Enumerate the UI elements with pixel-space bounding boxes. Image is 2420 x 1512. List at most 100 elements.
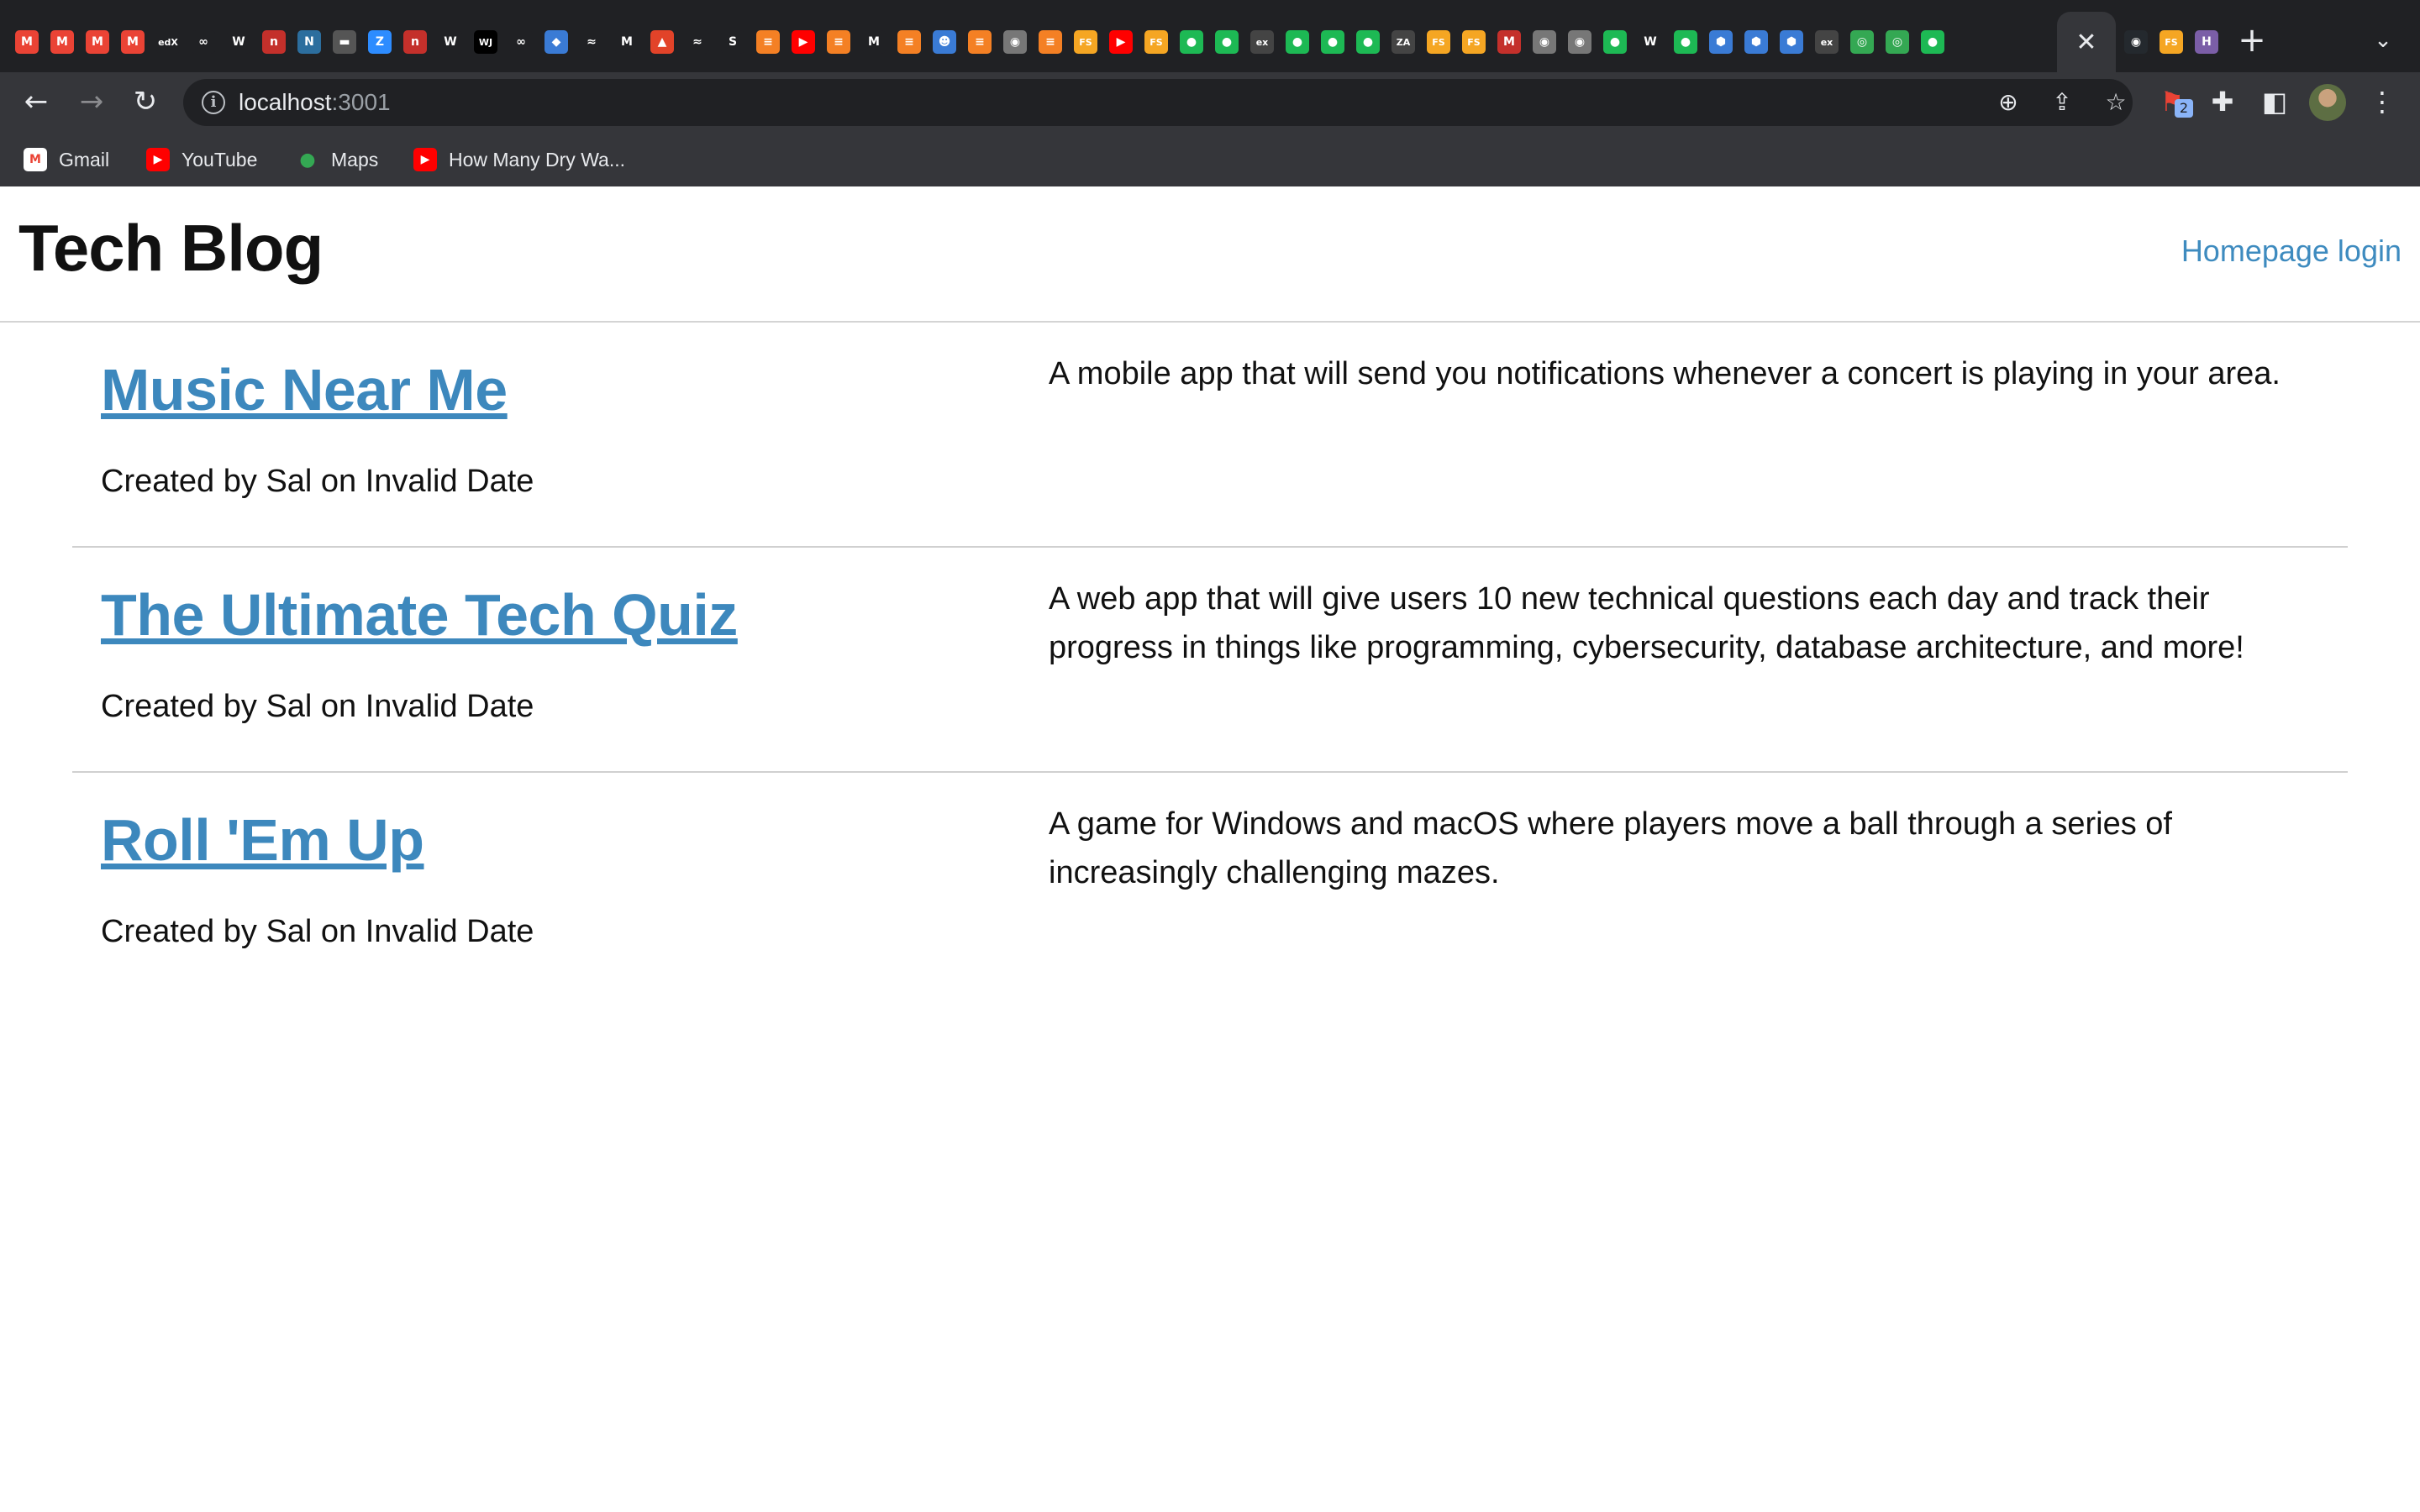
bookmarks-bar: M Gmail ▶ YouTube ● Maps ▶ How Many Dry … [0, 131, 2420, 186]
post-card: The Ultimate Tech Quiz Created by Sal on… [72, 548, 2348, 773]
tab-favicon-icon[interactable]: M [615, 30, 639, 54]
tab-favicon-icon[interactable]: WJ [474, 30, 497, 54]
tab-favicon-icon[interactable]: ≡ [897, 30, 921, 54]
bookmark-gmail[interactable]: M Gmail [24, 143, 109, 176]
tab-favicon-icon[interactable]: M [15, 30, 39, 54]
tab-favicon-icon[interactable]: ◉ [1568, 30, 1591, 54]
tab-favicon-icon[interactable]: ⬢ [1780, 30, 1803, 54]
tab-favicon-icon[interactable]: ● [1321, 30, 1344, 54]
tab-favicon-icon[interactable]: ◉ [1003, 30, 1027, 54]
tab-favicon-icon[interactable]: M [86, 30, 109, 54]
info-icon[interactable]: i [202, 91, 225, 114]
bookmark-maps[interactable]: ● Maps [296, 143, 378, 176]
youtube-icon: ▶ [146, 148, 170, 171]
tab-favicon-icon[interactable]: FS [1462, 30, 1486, 54]
maps-icon: ● [299, 149, 316, 171]
homepage-login-link[interactable]: Homepage login [2181, 234, 2402, 269]
bookmark-label: Gmail [59, 148, 110, 171]
tab-search-icon[interactable]: ⌄ [2365, 22, 2402, 59]
tab-favicon-icon[interactable]: W [1639, 30, 1662, 54]
tab-favicon-icon[interactable]: ▶ [792, 30, 815, 54]
profile-avatar[interactable] [2309, 84, 2346, 121]
share-icon[interactable]: ⇪ [2045, 86, 2079, 119]
tab-favicon-icon[interactable]: M [1497, 30, 1521, 54]
tab-favicon-icon[interactable]: FS [1074, 30, 1097, 54]
tab-favicon-icon[interactable]: ≡ [827, 30, 850, 54]
url-port: :3001 [331, 89, 391, 115]
back-arrow-icon[interactable]: ← [13, 79, 59, 124]
address-bar[interactable]: i localhost:3001 ⊕ ⇪ ☆ [183, 79, 2133, 126]
menu-kebab-icon[interactable]: ⋮ [2360, 79, 2405, 124]
tab-favicon-icon[interactable]: ≡ [968, 30, 992, 54]
tab-favicon-icon[interactable]: ▶ [1109, 30, 1133, 54]
tab-favicon-icon[interactable]: ∞ [509, 30, 533, 54]
forward-arrow-icon[interactable]: → [69, 79, 114, 124]
tab-favicon-icon[interactable]: ● [1180, 30, 1203, 54]
tab-favicon-icon[interactable]: ◆ [544, 30, 568, 54]
tab-favicon-icon[interactable]: edX [156, 30, 180, 54]
tab-favicon-icon[interactable]: ☻ [933, 30, 956, 54]
bookmark-youtube[interactable]: ▶ YouTube [146, 143, 257, 176]
tab-favicon-icon[interactable]: W [439, 30, 462, 54]
tab-favicon-icon[interactable]: n [262, 30, 286, 54]
bookmark-youtube-video[interactable]: ▶ How Many Dry Wa... [413, 143, 625, 176]
tab-favicon-icon[interactable]: ex [1250, 30, 1274, 54]
youtube-icon: ▶ [413, 148, 437, 171]
tab-favicon-icon[interactable]: W [227, 30, 250, 54]
post-meta: Created by Sal on Invalid Date [101, 464, 534, 499]
tab-favicon-icon[interactable]: FS [1144, 30, 1168, 54]
url-text[interactable]: localhost:3001 [239, 79, 391, 126]
tab-favicon-icon[interactable]: ≈ [686, 30, 709, 54]
active-tab[interactable]: ✕ [2057, 12, 2116, 72]
tab-favicon-icon[interactable]: ● [1674, 30, 1697, 54]
tab-favicon-icon[interactable]: ≡ [756, 30, 780, 54]
new-tab-button[interactable]: + [2233, 22, 2270, 59]
tab-favicon-icon[interactable]: ex [1815, 30, 1839, 54]
tab-favicon-icon[interactable]: ◎ [1886, 30, 1909, 54]
bookmark-star-icon[interactable]: ☆ [2099, 86, 2133, 119]
tab-favicon-icon[interactable]: ◉ [2124, 30, 2148, 54]
post-meta: Created by Sal on Invalid Date [101, 914, 534, 949]
tab-favicon-icon[interactable]: ● [1215, 30, 1239, 54]
tab-favicon-icon[interactable]: ◉ [1533, 30, 1556, 54]
close-icon[interactable]: ✕ [2075, 28, 2096, 57]
tab-favicon-icon[interactable]: ▬ [333, 30, 356, 54]
tab-favicon-icon[interactable]: ◎ [1850, 30, 1874, 54]
tab-favicon-icon[interactable]: FS [1427, 30, 1450, 54]
tab-favicon-icon[interactable]: N [297, 30, 321, 54]
browser-chrome: M M M MedX ∞ Wn N ▬ Zn W WJ ∞ ◆ ≈ M ▲ ≈ S ≡ ▶ ≡ M ≡ ☻ ≡ ◉ ≡ FS ▶ FS ● ●… [0, 0, 2420, 186]
post-title-link[interactable]: The Ultimate Tech Quiz [101, 581, 738, 648]
zoom-icon[interactable]: ⊕ [1991, 86, 2025, 119]
tab-favicon-icon[interactable]: ● [1921, 30, 1944, 54]
tab-favicon-icon[interactable]: ⬢ [1744, 30, 1768, 54]
tab-favicon-icon[interactable]: ∞ [192, 30, 215, 54]
tab-favicon-icon[interactable]: M [862, 30, 886, 54]
tab-favicon-icon[interactable]: M [50, 30, 74, 54]
tab-favicon-icon[interactable]: n [403, 30, 427, 54]
tab-list-after-active: ◉ FS H [2124, 25, 2230, 59]
tab-favicon-icon[interactable]: H [2195, 30, 2218, 54]
tab-favicon-icon[interactable]: ● [1286, 30, 1309, 54]
gmail-icon: M [24, 148, 47, 171]
tab-favicon-icon[interactable]: Z [368, 30, 392, 54]
tab-favicon-icon[interactable]: ● [1356, 30, 1380, 54]
tab-favicon-icon[interactable]: ZA [1392, 30, 1415, 54]
tab-favicon-icon[interactable]: FS [2160, 30, 2183, 54]
post-title-link[interactable]: Roll 'Em Up [101, 806, 424, 874]
tab-favicon-icon[interactable]: S [721, 30, 744, 54]
tab-favicon-icon[interactable]: ≈ [580, 30, 603, 54]
tab-favicon-icon[interactable]: ● [1603, 30, 1627, 54]
reload-icon[interactable]: ↻ [123, 79, 168, 124]
tab-favicon-icon[interactable]: ⬢ [1709, 30, 1733, 54]
tab-list: M M M MedX ∞ Wn N ▬ Zn W WJ ∞ ◆ ≈ M ▲ ≈ S ≡ ▶ ≡ M ≡ ☻ ≡ ◉ ≡ FS ▶ FS ● ●… [15, 25, 1956, 59]
tab-favicon-icon[interactable]: ▲ [650, 30, 674, 54]
site-header: Tech Blog Homepage login [0, 186, 2420, 323]
extensions-puzzle-icon[interactable]: ✚ [2200, 79, 2245, 124]
tab-favicon-icon[interactable]: ≡ [1039, 30, 1062, 54]
side-panel-icon[interactable]: ◧ [2252, 79, 2297, 124]
extension-badge-icon[interactable]: ⚑ 2 [2149, 79, 2195, 124]
post-description: A mobile app that will send you notifica… [1049, 356, 2281, 391]
post-description: A web app that will give users 10 new te… [1049, 581, 2244, 665]
tab-favicon-icon[interactable]: M [121, 30, 145, 54]
post-title-link[interactable]: Music Near Me [101, 356, 508, 423]
